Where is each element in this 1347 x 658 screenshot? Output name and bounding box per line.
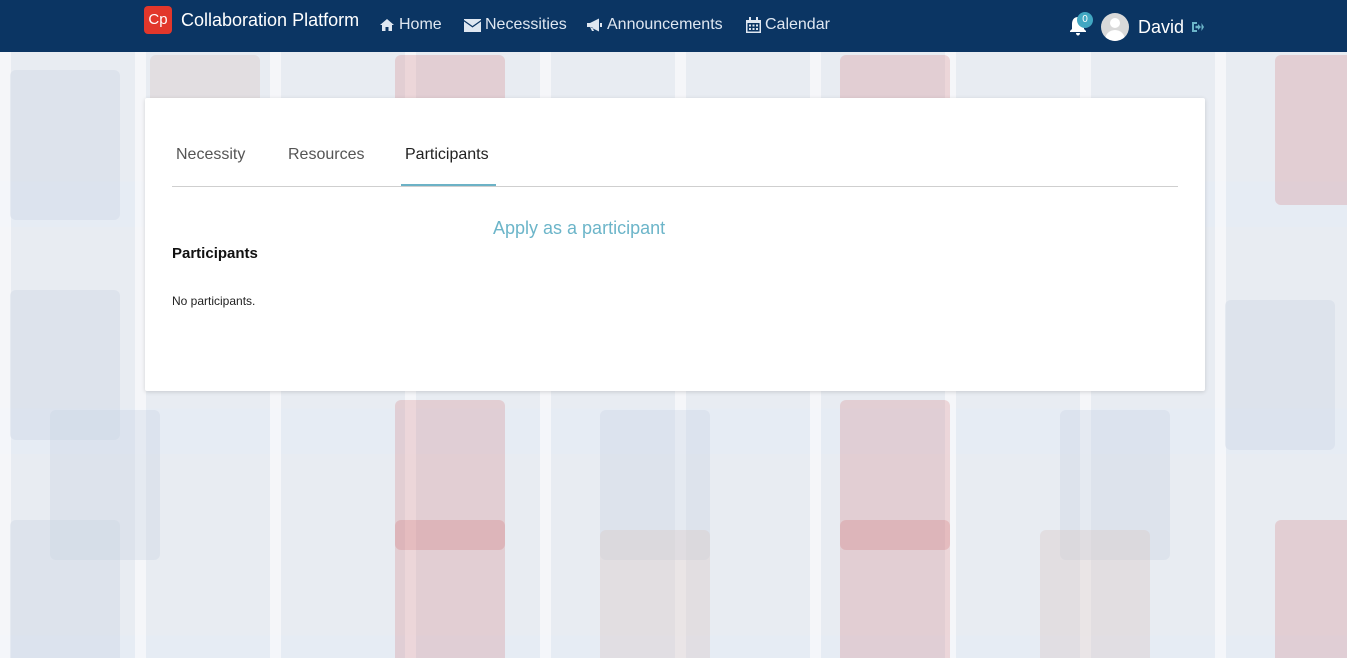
bullhorn-icon [587,18,602,32]
content-card: Necessity Resources Participants Apply a… [145,98,1205,391]
nav-home[interactable]: Home [379,16,442,34]
tab-necessity[interactable]: Necessity [176,146,245,164]
envelope-icon [464,18,481,32]
tab-participants[interactable]: Participants [405,146,489,164]
no-participants-message: No participants. [172,294,256,308]
home-icon [380,19,394,31]
brand-logo[interactable]: Cp [144,6,172,34]
tab-resources[interactable]: Resources [288,146,364,164]
notification-badge: 0 [1077,12,1093,28]
nav-calendar-label: Calendar [765,16,830,33]
tab-bar: Necessity Resources Participants [172,98,1178,187]
nav-calendar[interactable]: Calendar [746,16,830,34]
nav-necessities-label: Necessities [485,16,567,33]
calendar-icon [746,17,761,33]
active-tab-indicator [401,184,496,186]
participants-heading: Participants [172,245,258,262]
nav-announcements[interactable]: Announcements [586,16,723,34]
apply-participant-link[interactable]: Apply as a participant [493,218,665,239]
top-navbar: Cp Collaboration Platform Home Necessiti… [0,0,1347,52]
logout-icon[interactable] [1191,20,1205,34]
nav-announcements-label: Announcements [607,16,723,33]
brand-title[interactable]: Collaboration Platform [181,10,359,31]
user-name[interactable]: David [1138,17,1184,38]
nav-home-label: Home [399,16,442,33]
avatar[interactable] [1101,13,1129,41]
nav-necessities[interactable]: Necessities [464,16,567,34]
